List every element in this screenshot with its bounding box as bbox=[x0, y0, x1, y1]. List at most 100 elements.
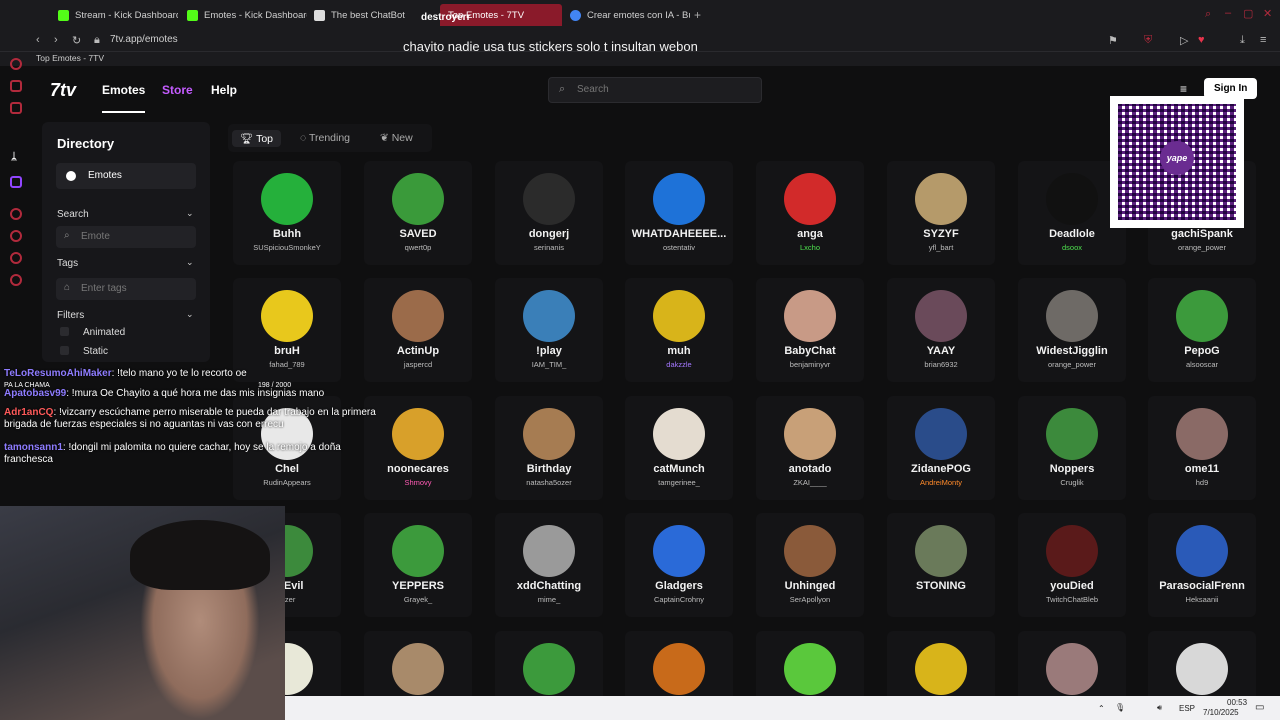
clock-icon[interactable] bbox=[10, 230, 22, 242]
chevron-down-icon[interactable]: ⌄ bbox=[186, 257, 194, 268]
emote-card[interactable]: Unhinged SerApollyon bbox=[756, 513, 864, 617]
clock-time[interactable]: 00:53 bbox=[1227, 698, 1247, 707]
chat-icon[interactable] bbox=[10, 80, 22, 92]
emote-card[interactable]: youDied TwitchChatBleb bbox=[1018, 513, 1126, 617]
emote-card[interactable]: ome11 hd9 bbox=[1148, 396, 1256, 500]
emote-image bbox=[392, 290, 444, 342]
minimize-icon[interactable]: – bbox=[1225, 7, 1231, 19]
search-tabs-icon[interactable]: ⌕ bbox=[1205, 8, 1211, 21]
download-icon[interactable]: ⤓ bbox=[1240, 34, 1245, 47]
emote-search-field[interactable]: ⌕ Emote bbox=[56, 226, 196, 248]
heart-icon[interactable]: ♥ bbox=[1198, 34, 1205, 46]
emote-card[interactable]: ParasocialFrenn Heksaanii bbox=[1148, 513, 1256, 617]
emote-image bbox=[1176, 525, 1228, 577]
volume-icon[interactable]: 🔊︎ bbox=[1157, 703, 1162, 713]
bookmark-item[interactable]: Top Emotes - 7TV bbox=[36, 53, 104, 63]
browser-tab-bar: Stream - Kick Dashboard Emotes - Kick Da… bbox=[0, 0, 1280, 30]
back-icon[interactable]: ‹ bbox=[36, 34, 40, 46]
shield-icon[interactable]: ⛨ bbox=[1144, 34, 1152, 47]
emote-card[interactable]: Buhh SUSpiciouSmonkeY bbox=[233, 161, 341, 265]
clock-date[interactable]: 7/10/2025 bbox=[1203, 708, 1239, 717]
tab-kick-stream[interactable]: Stream - Kick Dashboard bbox=[58, 4, 178, 26]
emote-author: Heksaanii bbox=[1185, 595, 1219, 604]
instagram-icon[interactable] bbox=[10, 102, 22, 114]
emote-author: ZKAI____ bbox=[793, 478, 827, 487]
7tv-logo[interactable]: 7tv bbox=[50, 80, 76, 101]
tag-icon: ⌂ bbox=[64, 282, 71, 293]
chevron-down-icon[interactable]: ⌄ bbox=[186, 208, 194, 219]
search-bar[interactable]: ⌕ bbox=[548, 77, 762, 103]
emote-card[interactable]: !play IAM_TIM_ bbox=[495, 278, 603, 382]
emote-card[interactable]: BabyChat benjaminyvr bbox=[756, 278, 864, 382]
nav-help[interactable]: Help bbox=[211, 83, 237, 97]
tab-top[interactable]: 🏆︎ Top bbox=[232, 130, 281, 147]
emote-card[interactable]: WHATDAHEEEE... ostentativ bbox=[625, 161, 733, 265]
tags-field[interactable]: ⌂ Enter tags bbox=[56, 278, 196, 300]
emote-image bbox=[1176, 290, 1228, 342]
filter-animated[interactable]: Animated bbox=[60, 327, 125, 338]
menu-icon[interactable]: ≡ bbox=[1260, 34, 1266, 46]
emote-card[interactable]: anga Lxcho bbox=[756, 161, 864, 265]
checkbox[interactable] bbox=[60, 346, 69, 355]
emote-name: ParasocialFrenn bbox=[1159, 580, 1245, 592]
chevron-up-icon[interactable]: ⌃ bbox=[1098, 704, 1105, 713]
settings-icon[interactable] bbox=[10, 274, 22, 286]
notification-icon[interactable]: ▭ bbox=[1255, 702, 1264, 713]
address-bar: ‹ › ↻ 🔒︎ 7tv.app/emotes chayito nadie us… bbox=[0, 30, 1280, 54]
emote-card[interactable]: muh dakzzle bbox=[625, 278, 733, 382]
directory-emotes-item[interactable]: Emotes bbox=[56, 163, 196, 189]
emote-card[interactable]: SYZYF yfl_bart bbox=[887, 161, 995, 265]
emote-card[interactable]: anotado ZKAI____ bbox=[756, 396, 864, 500]
emote-card[interactable]: Birthday natasha5ozer bbox=[495, 396, 603, 500]
emote-author: yfl_bart bbox=[928, 243, 954, 252]
bulb-icon[interactable] bbox=[10, 252, 22, 264]
emote-card[interactable]: PepoG alsooscar bbox=[1148, 278, 1256, 382]
hamburger-icon[interactable]: ≡ bbox=[1180, 82, 1187, 96]
new-tab-icon[interactable]: + bbox=[694, 8, 701, 22]
emote-author: tamgerinee_ bbox=[658, 478, 700, 487]
emote-card[interactable]: Gladgers CaptainCrohny bbox=[625, 513, 733, 617]
messenger-icon[interactable] bbox=[10, 58, 22, 70]
emote-card[interactable]: SAVED qwert0p bbox=[364, 161, 472, 265]
emote-card[interactable]: Noppers Cruglik bbox=[1018, 396, 1126, 500]
maximize-icon[interactable]: ▢ bbox=[1243, 7, 1253, 20]
emote-card[interactable]: YEPPERS Grayek_ bbox=[364, 513, 472, 617]
emote-image bbox=[915, 173, 967, 225]
emote-card[interactable]: dongerj serinanis bbox=[495, 161, 603, 265]
emote-card[interactable]: YAAY brian6932 bbox=[887, 278, 995, 382]
emote-author: CaptainCrohny bbox=[653, 595, 705, 604]
7tv-icon[interactable]: ᛦ bbox=[11, 152, 17, 163]
tab-new[interactable]: ❦ New bbox=[372, 130, 421, 146]
nav-emotes[interactable]: Emotes bbox=[102, 83, 146, 113]
nav-store[interactable]: Store bbox=[162, 83, 193, 97]
filter-static[interactable]: Static bbox=[60, 346, 108, 357]
emote-card[interactable]: WidestJigglin orange_power bbox=[1018, 278, 1126, 382]
streamer-hair bbox=[130, 520, 270, 590]
bookmark-icon[interactable]: ⚑ bbox=[1108, 34, 1118, 47]
emote-image bbox=[1046, 643, 1098, 695]
twitch-icon[interactable] bbox=[10, 176, 22, 188]
emote-card[interactable]: STONING bbox=[887, 513, 995, 617]
emote-image bbox=[523, 290, 575, 342]
tab-kick-emotes[interactable]: Emotes - Kick Dashboard bbox=[187, 4, 307, 26]
play-icon[interactable]: ▷ bbox=[1180, 34, 1188, 47]
language-indicator[interactable]: ESP bbox=[1179, 704, 1195, 713]
tab-trending[interactable]: ◌ Trending bbox=[292, 130, 358, 146]
emote-card[interactable]: xddChatting mime_ bbox=[495, 513, 603, 617]
forward-icon[interactable]: › bbox=[54, 34, 58, 46]
checkbox[interactable] bbox=[60, 327, 69, 336]
tab-chatbot[interactable]: The best ChatBot bbox=[314, 4, 424, 26]
search-input[interactable] bbox=[577, 84, 747, 95]
emote-name: Buhh bbox=[272, 228, 302, 240]
record-icon[interactable] bbox=[10, 208, 22, 220]
url-field[interactable]: 7tv.app/emotes bbox=[110, 34, 178, 45]
emote-image bbox=[1046, 525, 1098, 577]
reload-icon[interactable]: ↻ bbox=[72, 34, 81, 47]
emote-card[interactable]: ZidanePOG AndreiMonty bbox=[887, 396, 995, 500]
emote-card[interactable]: catMunch tamgerinee_ bbox=[625, 396, 733, 500]
close-icon[interactable]: ✕ bbox=[1263, 7, 1272, 20]
mic-icon[interactable]: 🎙︎ bbox=[1115, 703, 1125, 712]
chevron-down-icon[interactable]: ⌄ bbox=[186, 309, 194, 320]
emote-image bbox=[784, 173, 836, 225]
tab-crear-emotes[interactable]: Crear emotes con IA - Bu bbox=[570, 4, 690, 26]
